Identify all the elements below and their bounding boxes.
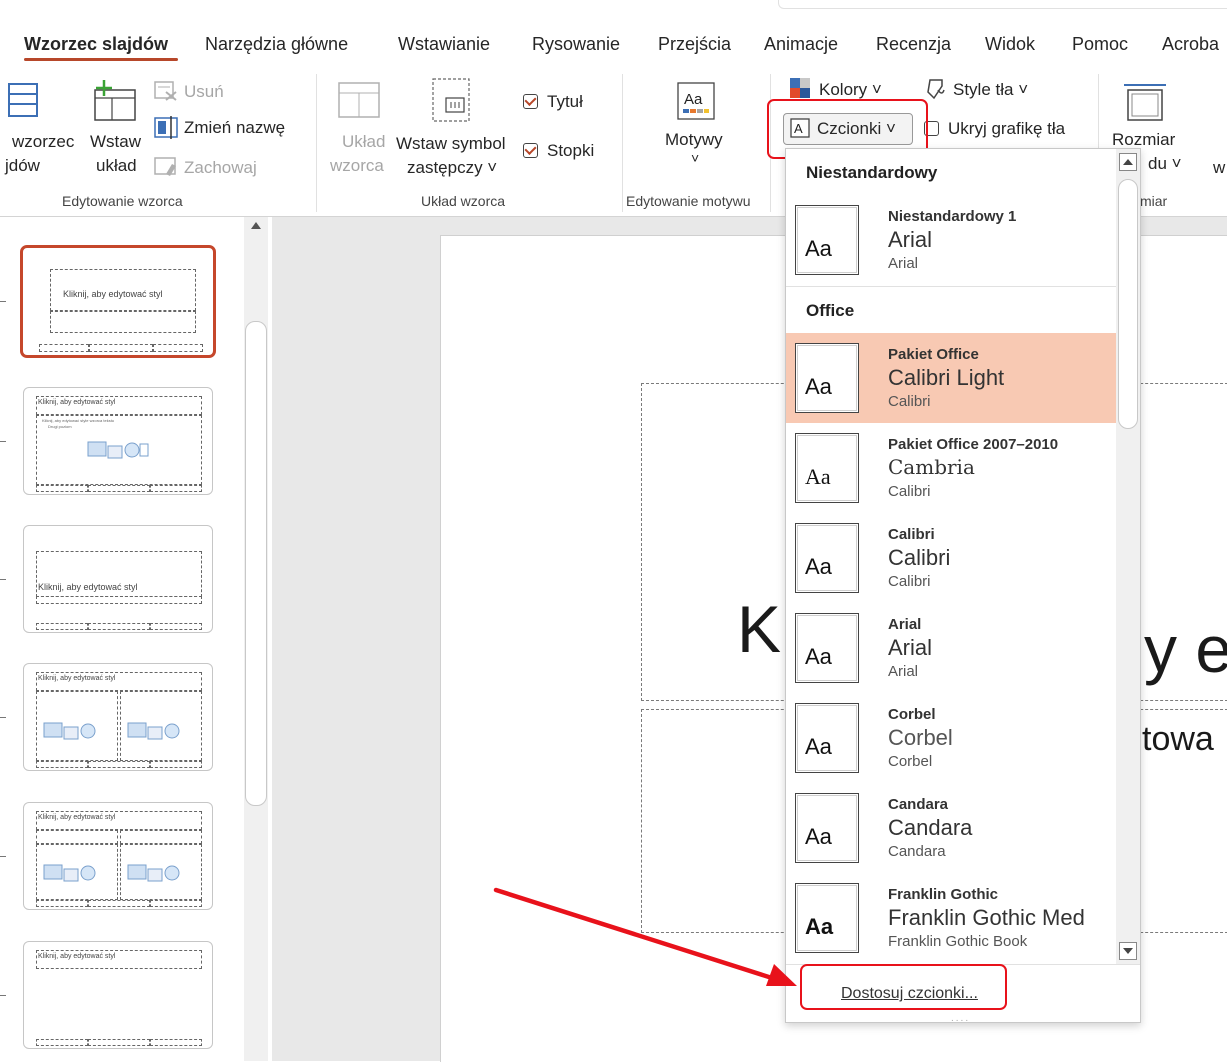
annotation-arrow	[493, 887, 797, 986]
